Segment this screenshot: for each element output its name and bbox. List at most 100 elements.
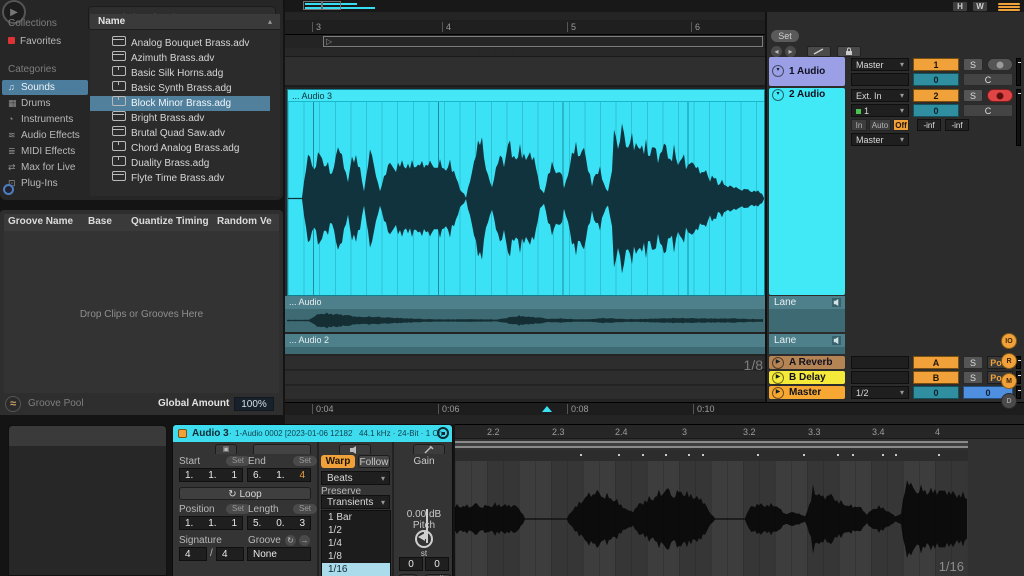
track1-solo-button[interactable]: S: [963, 58, 983, 71]
list-item[interactable]: Basic Synth Brass.adg: [90, 81, 270, 96]
return-a-solo-button[interactable]: S: [963, 356, 983, 369]
toggle-delay-button[interactable]: D: [1001, 393, 1017, 409]
tab-envelopes[interactable]: [253, 444, 311, 454]
start-value[interactable]: 1.1.1: [179, 468, 243, 482]
grid-option[interactable]: 1/2: [322, 524, 390, 537]
track2-number-button[interactable]: 2: [913, 89, 959, 102]
track1-number-button[interactable]: 1: [913, 58, 959, 71]
play-circle-icon[interactable]: ▶: [772, 357, 784, 369]
track1-arm-button[interactable]: [987, 58, 1013, 71]
monitor-in-button[interactable]: In: [851, 119, 867, 131]
lane1-label-strip[interactable]: ... Audio: [285, 296, 765, 309]
end-value[interactable]: 6.1.4: [247, 468, 311, 482]
lane2-label-strip[interactable]: ... Audio 2: [285, 334, 765, 347]
audio-clip[interactable]: ... Audio 3: [287, 89, 765, 296]
signature-denominator[interactable]: 4: [216, 547, 244, 561]
loop-button[interactable]: ↻ Loop: [179, 487, 311, 500]
loop-brace[interactable]: ▷: [323, 36, 763, 47]
start-set-button[interactable]: Set: [226, 456, 250, 466]
length-value[interactable]: 5.0.3: [247, 516, 311, 530]
disclosure-icon[interactable]: ▾: [772, 65, 784, 77]
list-item-selected[interactable]: Block Minor Brass.adg: [90, 96, 270, 111]
tab-sample[interactable]: ▣: [215, 444, 237, 454]
sidebar-item-plug-ins[interactable]: ⊡Plug-Ins: [2, 176, 88, 191]
overview-viewport[interactable]: [322, 1, 341, 10]
track2-header[interactable]: ▾ 2 Audio: [769, 88, 845, 295]
play-circle-icon[interactable]: ▶: [772, 372, 784, 384]
toggle-mixer-button[interactable]: M: [1001, 373, 1017, 389]
master-pan[interactable]: 0: [913, 386, 959, 399]
lane2-header-body[interactable]: [769, 347, 845, 354]
return-b-field[interactable]: [851, 371, 909, 384]
track1-header[interactable]: ▾ 1 Audio: [769, 57, 845, 86]
track2-lane[interactable]: ... Audio 3: [285, 89, 765, 296]
scrub-area[interactable]: [285, 48, 765, 57]
sidebar-item-midi-effects[interactable]: ≣MIDI Effects: [2, 144, 88, 159]
sidebar-item-favorites[interactable]: Favorites: [2, 34, 88, 49]
signature-numerator[interactable]: 4: [179, 547, 207, 561]
monitor-off-button[interactable]: Off: [893, 119, 909, 131]
pitch-coarse-value[interactable]: 0: [399, 557, 423, 571]
col-velocity[interactable]: Ve: [260, 216, 272, 227]
sidebar-item-drums[interactable]: ▦Drums: [2, 96, 88, 111]
clip-color-swatch[interactable]: [178, 429, 187, 438]
gain-value[interactable]: 0.00 dB: [395, 509, 453, 520]
device-panel-header[interactable]: [9, 426, 166, 446]
track2-solo-button[interactable]: S: [963, 89, 983, 102]
status-icon[interactable]: [3, 184, 14, 195]
lane2-header[interactable]: Lane: [769, 334, 845, 347]
return-a-send-button[interactable]: A: [913, 356, 959, 369]
list-item[interactable]: Bright Brass.adv: [90, 111, 270, 126]
length-set-button[interactable]: Set: [293, 504, 317, 514]
toggle-io-button[interactable]: IO: [1001, 333, 1017, 349]
master-lane[interactable]: [285, 386, 765, 400]
width-zoom-button[interactable]: W: [972, 1, 988, 12]
track1-lane[interactable]: [285, 57, 765, 87]
return-a-field[interactable]: [851, 356, 909, 369]
sample-ruler[interactable]: 2.2 2.3 2.4 3 3.2 3.3 3.4 4: [455, 425, 1024, 439]
track1-output-dropdown[interactable]: Master▾: [851, 58, 909, 71]
list-item[interactable]: Basic Silk Horns.adg: [90, 66, 270, 81]
toggle-returns-button[interactable]: R: [1001, 353, 1017, 369]
transients-dropdown[interactable]: Transients▾: [321, 495, 390, 509]
lane1-header[interactable]: Lane: [769, 296, 845, 309]
return-a-header[interactable]: ▶ A Reverb: [769, 356, 845, 369]
list-item[interactable]: Flyte Time Brass.adv: [90, 171, 270, 185]
height-zoom-button[interactable]: H: [952, 1, 968, 12]
track2-channel-dropdown[interactable]: 1 ▾: [851, 104, 909, 117]
set-button[interactable]: Set: [771, 30, 799, 42]
list-item[interactable]: Azimuth Brass.adv: [90, 51, 270, 66]
master-grid-dropdown[interactable]: 1/2▾: [851, 386, 909, 399]
warp-button[interactable]: Warp: [321, 455, 355, 468]
return-b-header[interactable]: ▶ B Delay: [769, 371, 845, 384]
track2-arm-button[interactable]: [987, 89, 1013, 102]
sidebar-item-instruments[interactable]: ◔Instruments: [2, 112, 88, 127]
gain-slider[interactable]: [395, 465, 453, 507]
nav-left-icon[interactable]: ◂: [771, 46, 782, 57]
lock-button[interactable]: [837, 46, 861, 57]
lane1-header-body[interactable]: [769, 309, 845, 332]
clip-activator-icon[interactable]: [437, 427, 449, 439]
list-header-name[interactable]: Name ▴: [90, 14, 280, 30]
warp-mode-dropdown[interactable]: Beats▾: [321, 471, 390, 485]
return-b-send-button[interactable]: B: [913, 371, 959, 384]
track2-meter-right[interactable]: -inf: [945, 119, 969, 131]
return-a-lane[interactable]: [285, 356, 765, 370]
groove-drop-zone[interactable]: Drop Clips or Grooves Here: [4, 231, 279, 393]
global-amount-value[interactable]: 100%: [234, 397, 274, 411]
list-item[interactable]: Analog Bouquet Brass.adv: [90, 36, 270, 51]
pitch-knob[interactable]: [415, 530, 433, 548]
time-ruler[interactable]: 0:04 0:06 0:08 0:10: [285, 402, 1024, 415]
sample-loop-brace[interactable]: [455, 441, 968, 448]
draw-mode-button[interactable]: [807, 46, 831, 57]
tab-tools[interactable]: [413, 444, 445, 454]
groove-apply-icon[interactable]: →: [299, 535, 310, 546]
return-b-lane[interactable]: [285, 371, 765, 385]
return-b-solo-button[interactable]: S: [963, 371, 983, 384]
sidebar-item-sounds[interactable]: ♫Sounds: [2, 80, 88, 95]
warp-markers-row[interactable]: [455, 450, 968, 461]
track2-meter-left[interactable]: -inf: [917, 119, 941, 131]
sidebar-item-max-for-live[interactable]: ⇄Max for Live: [2, 160, 88, 175]
groove-value[interactable]: None: [247, 547, 311, 561]
track1-crossfade-button[interactable]: C: [963, 73, 1013, 86]
